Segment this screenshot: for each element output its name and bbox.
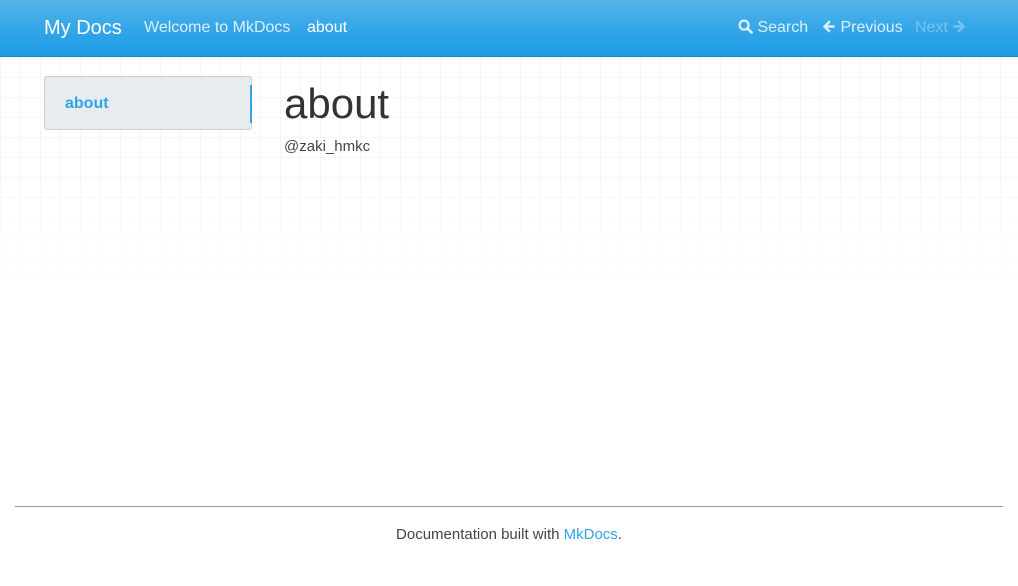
page-title: about <box>284 80 390 127</box>
search-button[interactable]: Search <box>738 19 808 37</box>
site-brand[interactable]: My Docs <box>44 17 122 40</box>
search-icon <box>738 19 757 36</box>
arrow-right-icon <box>952 19 967 36</box>
mkdocs-link[interactable]: MkDocs <box>564 526 618 543</box>
footer-prefix: Documentation built with <box>396 526 564 543</box>
top-navbar: My Docs Welcome to MkDocs about Search P… <box>0 0 1018 57</box>
search-label: Search <box>757 19 809 36</box>
page-text: @zaki_hmkc <box>284 138 371 155</box>
previous-label: Previous <box>840 19 903 36</box>
arrow-left-icon <box>821 19 840 36</box>
nav-link-about[interactable]: about <box>307 19 347 37</box>
next-label: Next <box>915 19 948 36</box>
nav-link-welcome[interactable]: Welcome to MkDocs <box>144 19 290 37</box>
footer-suffix: . <box>617 526 622 543</box>
sidebar-toc: about <box>44 76 252 130</box>
previous-button[interactable]: Previous <box>821 19 903 37</box>
sidebar-item-about[interactable]: about <box>65 95 109 113</box>
footer: Documentation built with MkDocs. <box>0 526 1018 543</box>
next-button[interactable]: Next <box>915 19 967 37</box>
footer-divider <box>15 506 1003 507</box>
